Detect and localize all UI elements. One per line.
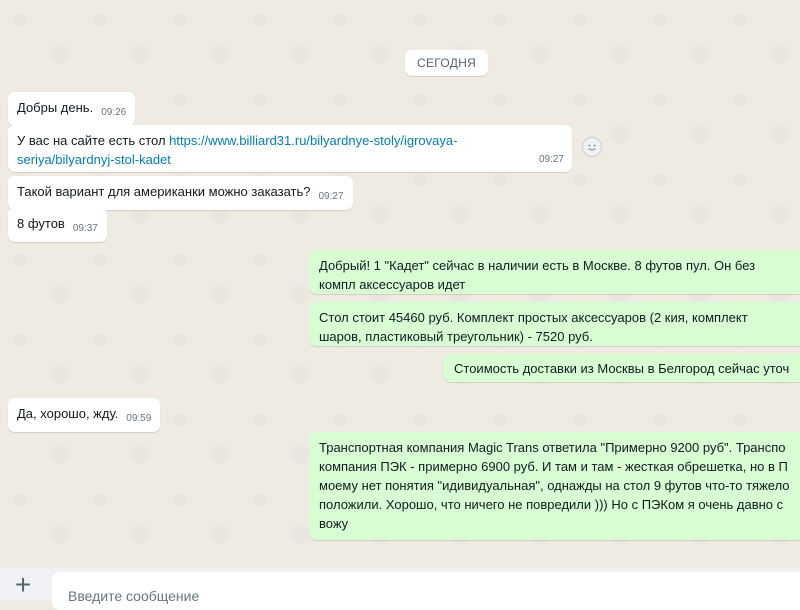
message-outgoing: Стол стоит 45460 руб. Комплект простых а…: [309, 302, 800, 346]
message-time: 09:26: [101, 107, 127, 118]
message-text: 8 футов: [17, 216, 65, 231]
message-time: 09:27: [318, 191, 344, 202]
message-text: Добрый! 1 "Кадет" сейчас в наличии есть …: [319, 258, 756, 292]
message-input[interactable]: [52, 572, 800, 610]
message-time: 09:59: [126, 413, 152, 424]
chat-area: СЕГОДНЯ Добры день. 09:26 У вас на сайте …: [0, 0, 800, 568]
message-outgoing: Транспортная компания Magic Trans ответи…: [309, 432, 800, 540]
plus-icon[interactable]: +: [12, 571, 34, 599]
message-outgoing: Стоимость доставки из Москвы в Белгород …: [444, 354, 800, 382]
message-incoming: 8 футов 09:37: [8, 208, 107, 242]
message-outgoing: Добрый! 1 "Кадет" сейчас в наличии есть …: [309, 250, 800, 294]
message-incoming: Добры день. 09:26: [8, 92, 136, 126]
date-separator: СЕГОДНЯ: [405, 50, 489, 76]
message-incoming: Такой вариант для американки можно заказ…: [8, 176, 353, 210]
message-time: 09:37: [72, 223, 98, 234]
message-incoming: Да, хорошо, жду. 09:59: [8, 398, 161, 432]
message-text: Стол стоит 45460 руб. Комплект простых а…: [319, 310, 748, 344]
message-incoming: У вас на сайте есть стол https://www.bil…: [8, 125, 572, 172]
smiley-icon[interactable]: [582, 137, 602, 157]
message-text: Добры день.: [17, 100, 94, 115]
message-time: 09:27: [538, 154, 564, 165]
message-text: Транспортная компания Magic Trans ответи…: [319, 440, 790, 531]
message-text: Да, хорошо, жду.: [17, 406, 119, 421]
message-composer: +: [0, 568, 800, 610]
message-text: Стоимость доставки из Москвы в Белгород …: [454, 361, 790, 376]
message-text: У вас на сайте есть стол: [17, 133, 170, 148]
message-text: Такой вариант для американки можно заказ…: [17, 184, 311, 199]
